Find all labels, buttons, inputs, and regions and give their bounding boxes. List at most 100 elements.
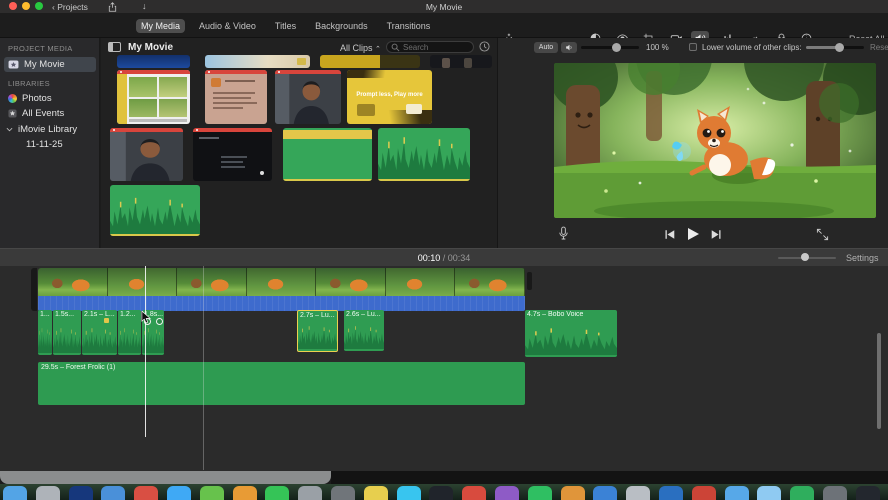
sidebar-item-my-movie[interactable]: My Movie bbox=[4, 57, 96, 72]
volume-line bbox=[378, 179, 470, 181]
clip-label: 4.7s – Bobo Voice bbox=[527, 311, 584, 318]
dock-app-icon[interactable] bbox=[626, 486, 651, 500]
mute-button[interactable] bbox=[561, 42, 577, 53]
clipped-waveform-band bbox=[283, 130, 372, 139]
sidebar-item-all-events[interactable]: All Events bbox=[4, 106, 96, 121]
reset-button[interactable]: Reset bbox=[870, 43, 888, 52]
search-field[interactable]: Search bbox=[386, 41, 474, 53]
recent-clock-icon[interactable] bbox=[479, 41, 490, 52]
media-thumbnail-document[interactable] bbox=[205, 70, 267, 124]
skip-back-button[interactable] bbox=[664, 229, 676, 240]
media-thumbnail-promo[interactable]: Prompt less, Play more bbox=[347, 70, 432, 124]
playhead[interactable] bbox=[145, 266, 146, 437]
clip-filter-label: All Clips bbox=[340, 43, 373, 53]
tab-transitions[interactable]: Transitions bbox=[382, 19, 436, 33]
media-thumbnail-audio[interactable] bbox=[110, 185, 200, 236]
waveform bbox=[118, 327, 141, 353]
audio-clip[interactable]: 1.5s... bbox=[53, 310, 81, 355]
tab-backgrounds[interactable]: Backgrounds bbox=[310, 19, 373, 33]
audio-clip-bobo-voice[interactable]: 4.7s – Bobo Voice bbox=[525, 310, 617, 357]
timeline-settings-button[interactable]: Settings bbox=[846, 253, 879, 263]
audio-clip[interactable]: 1... bbox=[38, 310, 52, 355]
media-thumbnail-screencast[interactable] bbox=[117, 70, 190, 124]
dock-app-icon[interactable] bbox=[134, 486, 159, 500]
music-clip-forest-frolic[interactable]: 29.5s – Forest Frolic (1) bbox=[38, 362, 525, 405]
skip-forward-button[interactable] bbox=[710, 229, 722, 240]
dock-app-icon[interactable] bbox=[494, 486, 519, 500]
dock-app-icon[interactable] bbox=[429, 486, 454, 500]
play-button[interactable] bbox=[686, 227, 700, 241]
dock-app-icon[interactable] bbox=[68, 486, 93, 500]
tab-titles[interactable]: Titles bbox=[270, 19, 301, 33]
timeline-scrollbar[interactable] bbox=[877, 333, 881, 429]
sidebar-toggle-icon[interactable] bbox=[108, 42, 121, 52]
video-audio-strip[interactable] bbox=[38, 296, 525, 311]
dock-app-icon[interactable] bbox=[3, 486, 27, 500]
dock-app-icon[interactable] bbox=[822, 486, 847, 500]
lower-volume-slider-knob[interactable] bbox=[835, 43, 844, 52]
sidebar-item-imovie-library[interactable]: iMovie Library bbox=[4, 122, 96, 137]
audio-clip[interactable]: 2.6s – Lu... bbox=[344, 310, 384, 351]
filmstrip-frame[interactable] bbox=[316, 268, 386, 296]
filmstrip-frame[interactable] bbox=[246, 268, 317, 296]
dock-app-icon[interactable] bbox=[101, 486, 126, 500]
volume-slider-knob[interactable] bbox=[612, 43, 621, 52]
sidebar-item-photos[interactable]: Photos bbox=[4, 91, 96, 106]
clip-trim-handle[interactable] bbox=[31, 268, 37, 311]
clip-label: 2.1s – L... bbox=[84, 311, 115, 318]
dock-app-icon[interactable] bbox=[724, 486, 749, 500]
tab-my-media[interactable]: My Media bbox=[136, 19, 186, 33]
media-thumbnail-audio[interactable] bbox=[378, 128, 470, 181]
dock-app-icon[interactable] bbox=[658, 486, 683, 500]
media-thumbnail-person-video[interactable] bbox=[110, 128, 183, 181]
timeline-zoom-knob[interactable] bbox=[801, 253, 809, 261]
dock-app-icon[interactable] bbox=[790, 486, 815, 500]
libraries-sidebar: PROJECT MEDIA My Movie LIBRARIES Photos … bbox=[0, 38, 100, 248]
filmstrip-frame[interactable] bbox=[177, 268, 247, 296]
media-thumbnail[interactable] bbox=[320, 55, 420, 68]
waveform bbox=[53, 327, 81, 353]
media-thumbnail-person-video[interactable] bbox=[275, 70, 341, 124]
dock-app-icon[interactable] bbox=[298, 486, 323, 500]
dock-app-icon[interactable] bbox=[527, 486, 552, 500]
dock-app-icon[interactable] bbox=[855, 486, 880, 500]
dock-app-icon[interactable] bbox=[560, 486, 585, 500]
dock-app-icon[interactable] bbox=[691, 486, 716, 500]
dock-app-icon[interactable] bbox=[232, 486, 257, 500]
dock-app-icon[interactable] bbox=[35, 486, 60, 500]
dock-app-icon[interactable] bbox=[363, 486, 388, 500]
clip-filter-dropdown[interactable]: All Clips ⌃ bbox=[340, 43, 381, 53]
dock-app-icon[interactable] bbox=[265, 486, 290, 500]
dock-app-icon[interactable] bbox=[462, 486, 487, 500]
dock-app-icon[interactable] bbox=[396, 486, 421, 500]
search-placeholder: Search bbox=[403, 42, 429, 52]
auto-volume-button[interactable]: Auto bbox=[534, 42, 558, 53]
media-thumbnail-audio[interactable] bbox=[283, 128, 372, 181]
media-thumbnail-terminal[interactable] bbox=[193, 128, 272, 181]
dock-app-icon[interactable] bbox=[199, 486, 224, 500]
fade-handle[interactable] bbox=[156, 318, 163, 325]
dock-app-icon[interactable] bbox=[757, 486, 782, 500]
tab-audio-video[interactable]: Audio & Video bbox=[194, 19, 261, 33]
fullscreen-icon[interactable] bbox=[816, 228, 829, 241]
dock-app-icon[interactable] bbox=[593, 486, 618, 500]
filmstrip-frame[interactable] bbox=[385, 268, 456, 296]
sidebar-item-event[interactable]: 11-11-25 bbox=[4, 137, 96, 152]
audio-clip[interactable]: 1.2... bbox=[118, 310, 141, 355]
filmstrip-frame[interactable] bbox=[455, 268, 525, 296]
filmstrip-frame[interactable] bbox=[38, 268, 108, 296]
promo-text: Prompt less, Play more bbox=[356, 92, 423, 98]
volume-slider[interactable] bbox=[581, 46, 639, 49]
voiceover-mic-button[interactable] bbox=[558, 226, 569, 241]
dock-app-icon[interactable] bbox=[330, 486, 355, 500]
filmstrip-frame[interactable] bbox=[107, 268, 178, 296]
audio-clip[interactable]: 2.1s – L... bbox=[82, 310, 117, 355]
dock-app-icon[interactable] bbox=[166, 486, 191, 500]
media-thumbnail[interactable] bbox=[117, 55, 190, 68]
browser-title: My Movie bbox=[128, 42, 174, 53]
media-thumbnail[interactable] bbox=[430, 55, 492, 68]
audio-clip-selected[interactable]: 2.7s – Lu... bbox=[297, 310, 338, 352]
clip-trim-handle[interactable] bbox=[527, 272, 532, 290]
lower-volume-checkbox[interactable] bbox=[689, 43, 697, 51]
media-thumbnail[interactable] bbox=[205, 55, 310, 68]
